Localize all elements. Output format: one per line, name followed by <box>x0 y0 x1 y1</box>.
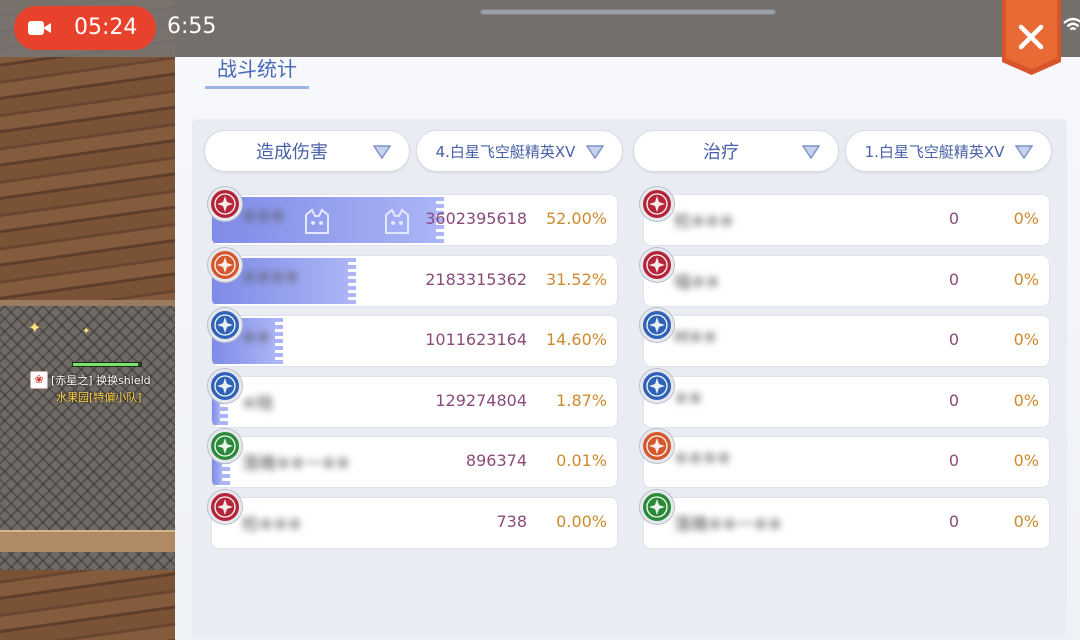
wifi-icon <box>1063 17 1080 31</box>
damage-value: 129274804 <box>435 390 527 410</box>
battle-stats-panel: 战斗统计 造成伤害 4.白星飞空艇精英XV 治疗 1.白星飞空艇精英XV ※※※… <box>175 57 1080 640</box>
class-emblem-icon <box>208 308 242 342</box>
share-percent: 0% <box>1013 269 1039 289</box>
class-emblem-icon <box>640 368 674 403</box>
right-stat-row[interactable]: 检※※※ 0 0% <box>643 194 1050 246</box>
right-stage-select[interactable]: 1.白星飞空艇精英XV <box>845 130 1052 172</box>
sparkle-icon: ✦ <box>28 318 42 337</box>
left-stat-row[interactable]: 检※※※ 738 0.00% <box>211 496 618 549</box>
share-percent: 14.60% <box>545 330 607 349</box>
healing-value: 0 <box>948 269 959 289</box>
left-stat-row[interactable]: ※晓 129274804 1.87% <box>211 375 618 428</box>
player-name: [赤星之] 换换shield <box>51 374 151 387</box>
deck-rail <box>0 530 175 552</box>
class-emblem-icon <box>208 247 242 282</box>
recording-time: 05:24 <box>74 15 138 40</box>
left-stage-select[interactable]: 4.白星飞空艇精英XV <box>416 130 623 172</box>
screen-record-pill[interactable]: 05:24 <box>14 6 156 50</box>
sparkle-icon: ✦ <box>82 326 91 337</box>
dropdown-triangle-icon <box>586 145 604 159</box>
game-scene-background: ✦ ✦ ❀ [赤星之] 换换shield 水果园[特偏小队] <box>0 0 175 640</box>
dropdown-triangle-icon <box>1015 145 1033 159</box>
player-name-blurred: 检※※※ <box>674 212 734 232</box>
right-stat-row[interactable]: 落魄※※一※※ 0 0% <box>643 496 1050 549</box>
share-percent: 31.52% <box>545 269 607 289</box>
left-stat-row[interactable]: 落魄※※一※※ 896374 0.01% <box>211 436 618 488</box>
player-name-blurred: 检※※※ <box>242 514 302 535</box>
class-emblem-icon <box>208 368 242 403</box>
cat-face-icon <box>385 208 409 234</box>
player-name-blurred: M※※ <box>674 328 718 348</box>
share-percent: 52.00% <box>545 209 607 228</box>
share-percent: 0% <box>1013 330 1039 349</box>
player-hp-bar <box>72 362 142 367</box>
share-percent: 0% <box>1013 451 1039 470</box>
class-emblem-icon <box>640 187 674 221</box>
class-emblem-icon <box>640 429 674 463</box>
player-name-blurred: 喵※※ <box>674 272 720 293</box>
cat-face-icon <box>305 208 329 234</box>
share-percent: 0.00% <box>556 511 607 531</box>
share-percent: 0.01% <box>556 451 607 470</box>
left-metric-select[interactable]: 造成伤害 <box>204 130 410 172</box>
guild-emblem-icon: ❀ <box>30 371 48 389</box>
left-stat-row[interactable]: ※※※※ 2183315362 31.52% <box>211 254 618 307</box>
healing-value: 0 <box>948 330 959 349</box>
right-stat-row[interactable]: 喵※※ 0 0% <box>643 254 1050 307</box>
player-name-blurred: ※※※ <box>242 207 285 227</box>
video-camera-icon <box>28 19 52 37</box>
close-button[interactable] <box>1000 0 1063 75</box>
class-emblem-icon <box>208 429 242 463</box>
tab-underline <box>205 86 309 89</box>
stats-container: 造成伤害 4.白星飞空艇精英XV 治疗 1.白星飞空艇精英XV ※※※ 36023… <box>192 119 1067 637</box>
player-name-blurred: ※※ <box>674 388 703 409</box>
player-name-blurred: ※※ <box>242 328 271 348</box>
player-name-blurred: ※※※※ <box>242 267 299 288</box>
player-name-blurred: ※晓 <box>242 393 274 414</box>
share-percent: 0% <box>1013 209 1039 228</box>
player-name-blurred: ※※※※ <box>674 449 731 469</box>
player-name-blurred: 落魄※※一※※ <box>242 454 350 474</box>
damage-value: 1011623164 <box>425 330 527 349</box>
player-name-blurred: 落魄※※一※※ <box>674 514 782 535</box>
window-drag-handle[interactable] <box>480 9 776 15</box>
system-status-bar: 05:24 6:55 <box>0 0 1080 57</box>
right-stat-row[interactable]: ※※ 0 0% <box>643 375 1050 428</box>
class-emblem-icon <box>640 247 674 282</box>
player-nameplate[interactable]: ❀ [赤星之] 换换shield 水果园[特偏小队] <box>30 362 170 405</box>
class-emblem-icon <box>208 187 242 221</box>
left-stat-row[interactable]: ※※※ 3602395618 52.00% <box>211 194 618 246</box>
healing-value: 0 <box>948 390 959 410</box>
right-stat-row[interactable]: ※※※※ 0 0% <box>643 436 1050 488</box>
class-emblem-icon <box>640 489 674 524</box>
damage-value: 896374 <box>465 451 527 470</box>
class-emblem-icon <box>208 489 242 524</box>
dropdown-triangle-icon <box>373 145 391 159</box>
healing-value: 0 <box>948 451 959 470</box>
damage-value: 2183315362 <box>425 269 527 289</box>
share-percent: 1.87% <box>556 390 607 410</box>
dropdown-triangle-icon <box>802 145 820 159</box>
left-stat-row[interactable]: ※※ 1011623164 14.60% <box>211 315 618 367</box>
damage-value: 3602395618 <box>425 209 527 228</box>
damage-value: 738 <box>496 511 527 531</box>
right-stat-row[interactable]: M※※ 0 0% <box>643 315 1050 367</box>
share-percent: 0% <box>1013 390 1039 410</box>
share-percent: 0% <box>1013 511 1039 531</box>
clock: 6:55 <box>167 14 217 39</box>
healing-value: 0 <box>948 209 959 228</box>
healing-value: 0 <box>948 511 959 531</box>
player-guild: 水果园[特偏小队] <box>56 391 142 404</box>
right-metric-select[interactable]: 治疗 <box>633 130 839 172</box>
class-emblem-icon <box>640 308 674 342</box>
